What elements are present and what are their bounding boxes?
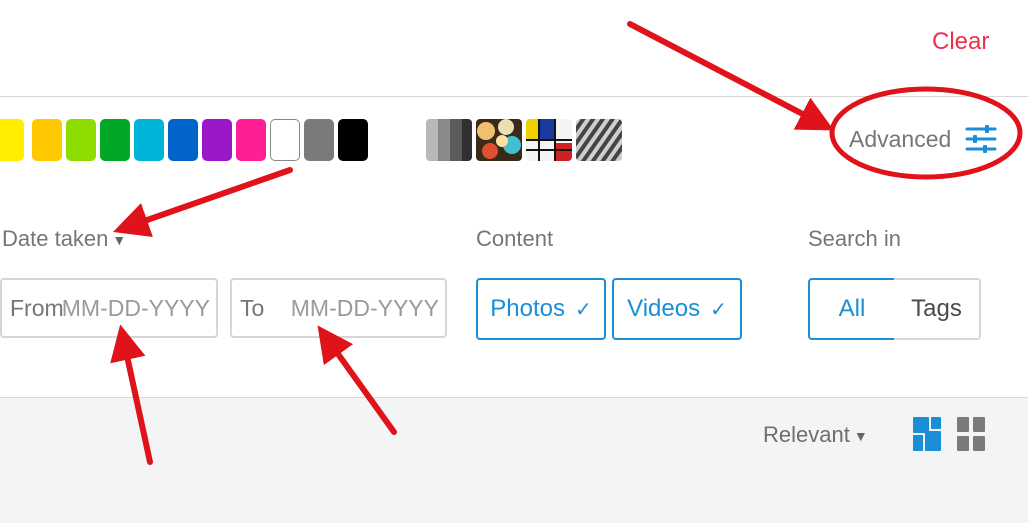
videos-label: Videos — [627, 295, 701, 322]
color-swatch-gray[interactable] — [304, 119, 334, 161]
grid-view-icon[interactable] — [957, 417, 985, 451]
color-swatch-pink[interactable] — [236, 119, 266, 161]
pattern-style-icon[interactable] — [576, 119, 622, 161]
videos-toggle[interactable]: Videos ✓ — [612, 278, 742, 340]
check-icon: ✓ — [574, 298, 592, 321]
date-taken-label: Date taken — [2, 226, 109, 251]
to-placeholder: MM-DD-YYYY — [290, 294, 439, 321]
advanced-button[interactable]: Advanced — [849, 122, 997, 156]
check-icon: ✓ — [710, 298, 727, 321]
color-swatch-white[interactable] — [270, 119, 300, 161]
caret-down-icon: ▼ — [112, 232, 127, 249]
color-swatch-purple[interactable] — [202, 119, 232, 161]
sort-dropdown[interactable]: Relevant ▼ — [763, 422, 868, 448]
color-swatch-blue[interactable] — [168, 119, 198, 161]
date-to-field[interactable]: To MM-DD-YYYY — [230, 278, 447, 338]
from-label: From — [10, 294, 64, 321]
photos-label: Photos — [490, 295, 565, 322]
content-label: Content — [476, 226, 554, 251]
color-swatch-black[interactable] — [338, 119, 368, 161]
color-swatch-cyan[interactable] — [134, 119, 164, 161]
from-placeholder: MM-DD-YYYY — [61, 294, 210, 321]
justified-view-icon[interactable] — [913, 417, 941, 451]
all-label: All — [838, 295, 866, 322]
color-swatch-green[interactable] — [100, 119, 130, 161]
color-swatch-yellow[interactable] — [0, 119, 24, 161]
divider — [0, 96, 1028, 97]
search-in-all[interactable]: All — [808, 278, 896, 340]
photos-toggle[interactable]: Photos ✓ — [476, 278, 606, 340]
sort-label: Relevant — [763, 422, 850, 447]
annotation-arrow — [113, 167, 293, 238]
shallow-depth-of-field-style-icon[interactable] — [476, 119, 522, 161]
caret-down-icon: ▼ — [853, 428, 868, 445]
results-toolbar — [0, 397, 1028, 523]
tags-label: Tags — [911, 295, 962, 322]
black-and-white-style-icon[interactable] — [426, 119, 472, 161]
search-in-tags[interactable]: Tags — [894, 278, 981, 340]
minimalist-style-icon[interactable] — [526, 119, 572, 161]
color-swatch-lime[interactable] — [66, 119, 96, 161]
search-in-label: Search in — [808, 226, 901, 251]
clear-link[interactable]: Clear — [932, 28, 989, 56]
date-taken-dropdown[interactable]: Date taken ▼ — [2, 226, 126, 252]
to-label: To — [240, 294, 265, 321]
date-from-field[interactable]: From MM-DD-YYYY — [0, 278, 218, 338]
color-swatch-orange[interactable] — [32, 119, 62, 161]
advanced-label: Advanced — [849, 125, 952, 152]
sliders-icon — [965, 125, 997, 153]
header-bar — [0, 0, 1028, 97]
